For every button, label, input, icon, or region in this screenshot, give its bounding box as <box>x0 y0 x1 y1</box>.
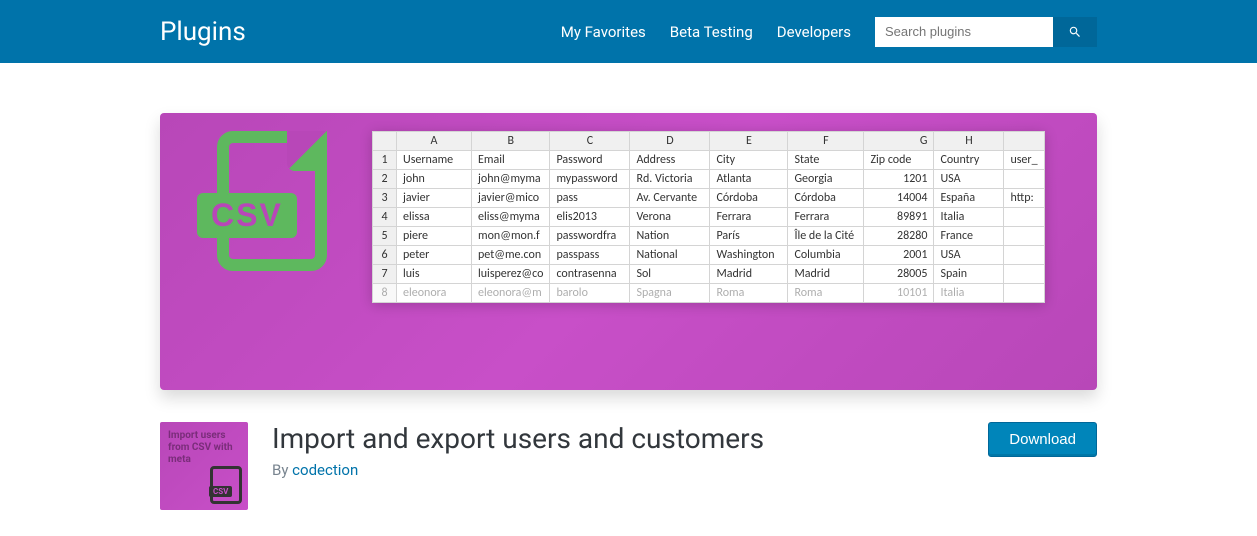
table-row: 4elissaeliss@mymaelis2013VeronaFerraraFe… <box>373 208 1045 227</box>
table-row: 2johnjohn@mymamypasswordRd. VictoriaAtla… <box>373 170 1045 189</box>
plugin-author: By codection <box>272 461 964 479</box>
header-right: My Favorites Beta Testing Developers <box>561 17 1097 47</box>
plugin-title: Import and export users and customers <box>272 422 964 455</box>
table-row: 5pieremon@mon.fpasswordfraNationParísÎle… <box>373 227 1045 246</box>
plugin-banner: CSV A B C D E F G H 1 UsernameEmailPassw… <box>160 113 1097 390</box>
column-letters-row: A B C D E F G H <box>373 132 1045 151</box>
csv-icon: CSV <box>202 131 342 291</box>
header-row: 1 UsernameEmailPasswordAddressCityStateZ… <box>373 151 1045 170</box>
spreadsheet-preview: A B C D E F G H 1 UsernameEmailPasswordA… <box>372 131 1045 303</box>
search-icon <box>1068 25 1082 39</box>
search-input[interactable] <box>875 17 1053 47</box>
table-row: 7luisluisperez@cocontrasennaSolMadridMad… <box>373 265 1045 284</box>
csv-file-icon <box>210 466 242 504</box>
author-link[interactable]: codection <box>292 461 358 479</box>
table-row: 8eleonoraeleonora@mbaroloSpagnaRomaRoma1… <box>373 284 1045 303</box>
plugin-thumbnail: Import users from CSV with meta <box>160 422 248 510</box>
table-row: 6peterpet@me.conpasspassNationalWashingt… <box>373 246 1045 265</box>
search-wrapper <box>875 17 1097 47</box>
header: Plugins My Favorites Beta Testing Develo… <box>0 0 1257 63</box>
search-button[interactable] <box>1053 17 1097 47</box>
plugin-meta: Import and export users and customers By… <box>272 422 964 479</box>
page-title: Plugins <box>160 17 246 47</box>
plugin-row: Import users from CSV with meta Import a… <box>160 422 1097 510</box>
nav-links: My Favorites Beta Testing Developers <box>561 23 851 41</box>
nav-beta[interactable]: Beta Testing <box>670 23 753 41</box>
download-button[interactable]: Download <box>988 422 1097 457</box>
table-row: 3javierjavier@micopassAv. CervanteCórdob… <box>373 189 1045 208</box>
content: CSV A B C D E F G H 1 UsernameEmailPassw… <box>0 113 1257 510</box>
nav-favorites[interactable]: My Favorites <box>561 23 646 41</box>
nav-developers[interactable]: Developers <box>777 23 851 41</box>
